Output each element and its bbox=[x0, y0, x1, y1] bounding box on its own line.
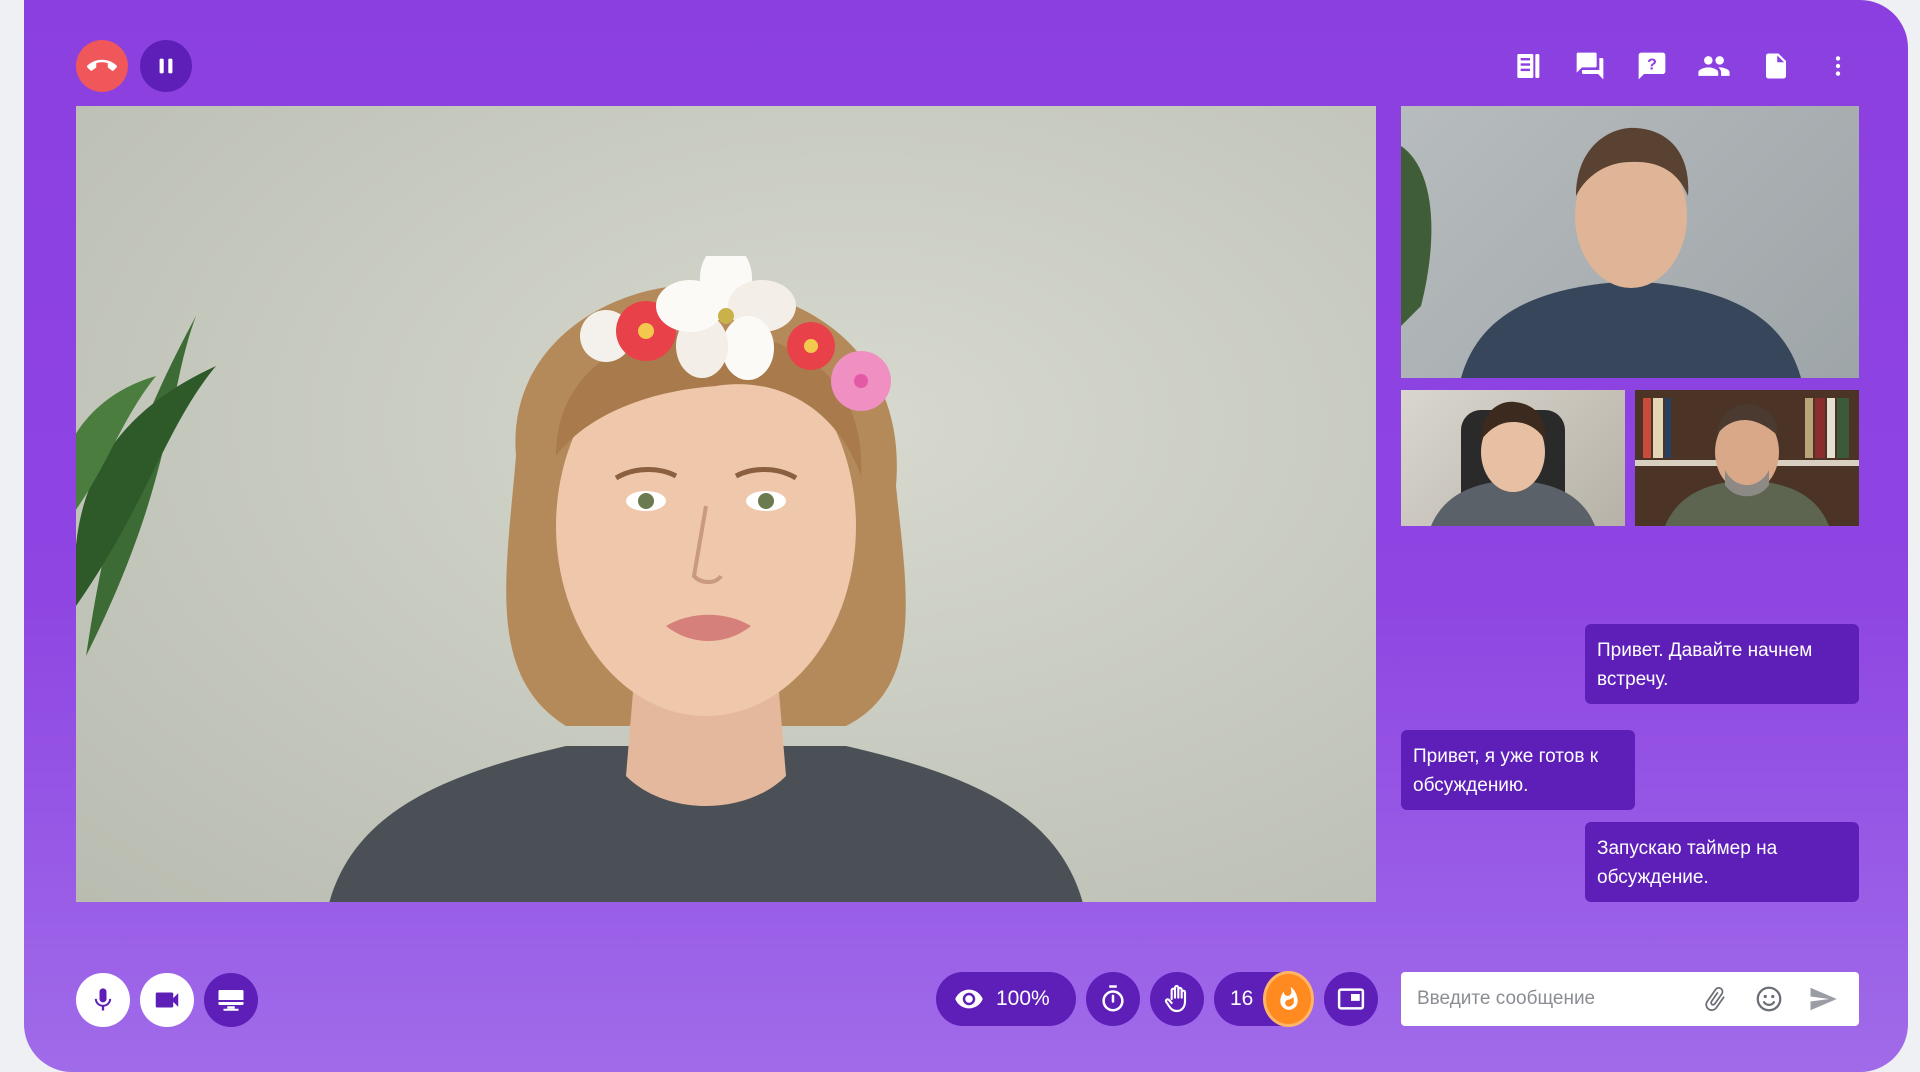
document-icon bbox=[1766, 53, 1786, 79]
eye-icon bbox=[955, 989, 983, 1009]
participant-tile-2[interactable] bbox=[1401, 390, 1625, 526]
media-controls bbox=[76, 973, 258, 1027]
svg-text:?: ? bbox=[1647, 56, 1657, 73]
participants-button[interactable] bbox=[1696, 40, 1732, 92]
chat-message-outgoing: Привет. Давайте начнем встречу. bbox=[1585, 624, 1859, 704]
question-button[interactable]: ? bbox=[1634, 40, 1670, 92]
camera-button[interactable] bbox=[140, 973, 194, 1027]
paperclip-icon bbox=[1705, 986, 1725, 1012]
participant-man-1-image bbox=[1401, 127, 1801, 378]
pause-button[interactable] bbox=[140, 40, 192, 92]
document-button[interactable] bbox=[1758, 40, 1794, 92]
raise-hand-button[interactable] bbox=[1150, 972, 1204, 1026]
screen-share-icon bbox=[218, 990, 244, 1011]
fire-icon bbox=[1280, 986, 1298, 1010]
attach-button[interactable] bbox=[1695, 979, 1735, 1019]
chat-icon bbox=[1576, 52, 1604, 80]
meeting-controls: 100% 16 bbox=[936, 971, 1378, 1027]
participants-icon bbox=[1698, 56, 1730, 76]
timer-icon bbox=[1102, 985, 1124, 1012]
participant-man-3-image bbox=[1635, 390, 1859, 526]
visibility-percent: 100% bbox=[996, 987, 1050, 1010]
video-call-app: ? Привет. Давайте начнем встречу. Привет… bbox=[24, 0, 1908, 1072]
screen-share-button[interactable] bbox=[204, 973, 258, 1027]
timer-button[interactable] bbox=[1086, 972, 1140, 1026]
visibility-button[interactable]: 100% bbox=[936, 972, 1076, 1026]
emoji-icon bbox=[1756, 986, 1782, 1012]
chat-message-outgoing: Запускаю таймер на обсуждение. bbox=[1585, 822, 1859, 902]
main-video-feed bbox=[76, 106, 1376, 902]
microphone-icon bbox=[94, 988, 112, 1011]
more-vertical-icon bbox=[1835, 56, 1841, 76]
message-input[interactable] bbox=[1417, 988, 1681, 1010]
participant-tile-1[interactable] bbox=[1401, 106, 1859, 378]
pause-icon bbox=[159, 58, 173, 74]
more-button[interactable] bbox=[1820, 40, 1856, 92]
top-toolbar: ? bbox=[1510, 40, 1856, 92]
end-call-button[interactable] bbox=[76, 40, 128, 92]
plant-image bbox=[76, 316, 216, 656]
participant-woman-image bbox=[329, 256, 1083, 902]
emoji-button[interactable] bbox=[1749, 979, 1789, 1019]
reactions-button[interactable]: 16 bbox=[1214, 971, 1314, 1027]
fire-reaction[interactable] bbox=[1263, 971, 1314, 1027]
picture-in-picture-icon bbox=[1337, 988, 1365, 1010]
chat-button[interactable] bbox=[1572, 40, 1608, 92]
chat-message-incoming: Привет, я уже готов к обсуждению. bbox=[1401, 730, 1635, 810]
call-controls-top bbox=[76, 40, 192, 92]
hand-icon bbox=[1164, 985, 1187, 1013]
notes-icon bbox=[1517, 54, 1540, 78]
participant-man-2-image bbox=[1431, 401, 1595, 526]
picture-in-picture-button[interactable] bbox=[1324, 972, 1378, 1026]
microphone-button[interactable] bbox=[76, 973, 130, 1027]
message-input-bar bbox=[1401, 972, 1859, 1026]
question-icon: ? bbox=[1638, 52, 1666, 80]
send-icon bbox=[1810, 987, 1837, 1011]
chat-panel: Привет. Давайте начнем встречу. Привет, … bbox=[1401, 600, 1859, 920]
camera-icon bbox=[155, 992, 179, 1008]
notes-button[interactable] bbox=[1510, 40, 1546, 92]
reactions-count: 16 bbox=[1230, 987, 1254, 1010]
send-button[interactable] bbox=[1803, 979, 1843, 1019]
end-call-icon bbox=[87, 59, 117, 71]
participant-tile-3[interactable] bbox=[1635, 390, 1859, 526]
